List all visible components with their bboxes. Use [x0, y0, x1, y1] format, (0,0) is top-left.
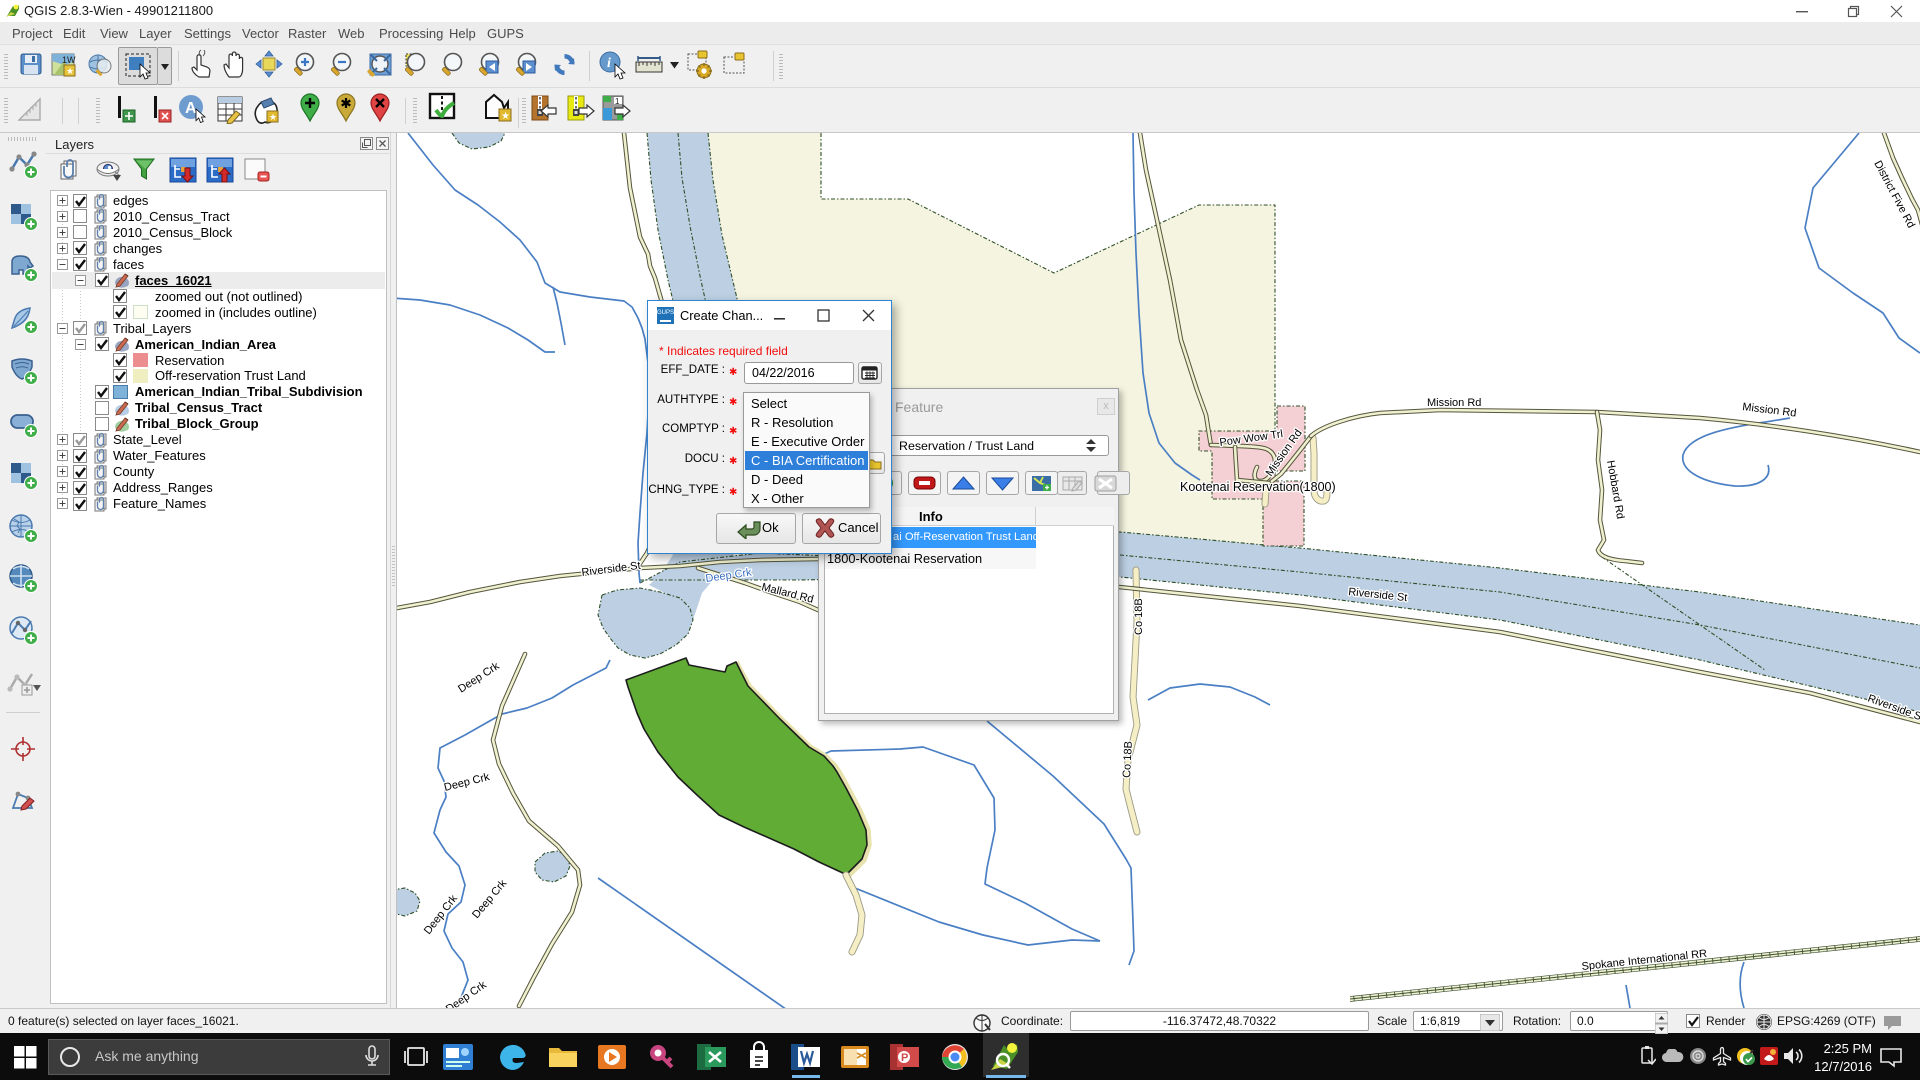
svg-text:Mission Rd: Mission Rd — [1427, 397, 1481, 409]
svg-text:Co 18B: Co 18B — [1121, 741, 1135, 778]
svg-text:Co 18B: Co 18B — [1133, 598, 1145, 635]
svg-text:Kootenai Reservation(1800): Kootenai Reservation(1800) — [1180, 480, 1336, 494]
